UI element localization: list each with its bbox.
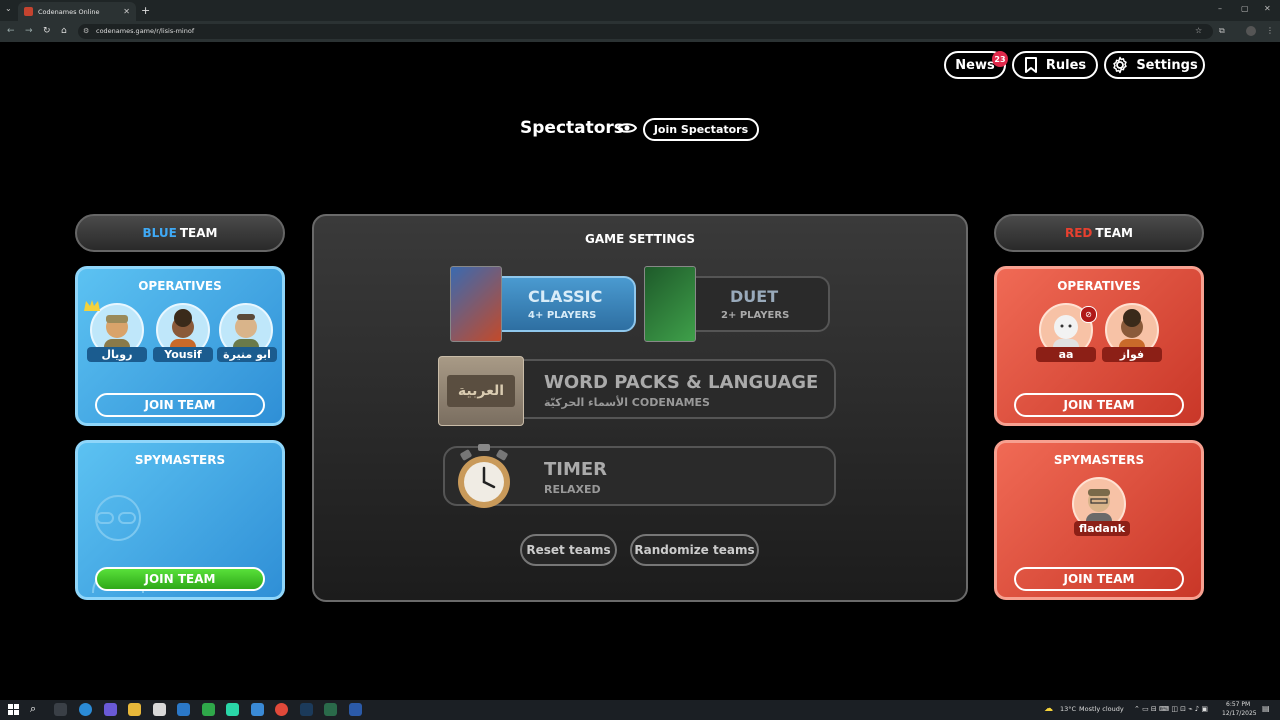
tab-menu-icon[interactable]: ⌄	[5, 4, 12, 13]
app-icon[interactable]	[226, 703, 239, 716]
address-bar[interactable]	[78, 24, 1213, 39]
tab-close-icon[interactable]: ✕	[123, 7, 130, 16]
eye-icon	[617, 123, 637, 133]
app-icon[interactable]	[177, 703, 190, 716]
settings-button[interactable]: Settings	[1104, 51, 1205, 79]
rules-button[interactable]: Rules	[1012, 51, 1098, 79]
player-name: fladank	[1074, 521, 1130, 536]
player-name: رويال	[87, 347, 147, 362]
reload-icon[interactable]: ↻	[43, 26, 51, 36]
file-explorer-icon[interactable]	[128, 703, 141, 716]
gear-icon	[1113, 56, 1128, 74]
tab-title: Codenames Online	[38, 7, 100, 16]
news-label: News	[955, 57, 995, 73]
notifications-icon[interactable]: ▤	[1262, 704, 1270, 713]
red-operatives-panel: OPERATIVES ⊘ aa فواز JOIN TEAM	[994, 266, 1204, 426]
profile-avatar[interactable]	[1246, 26, 1256, 36]
player-name: aa	[1036, 347, 1096, 362]
url-text: codenames.game/r/lisis-minof	[96, 27, 195, 35]
timer-subtitle: RELAXED	[544, 483, 601, 496]
no-signal-icon: ⊘	[1080, 306, 1097, 323]
forward-icon[interactable]: →	[25, 26, 33, 36]
start-icon[interactable]	[8, 704, 19, 715]
spectators-title: Spectators	[520, 118, 624, 138]
red-team-word: TEAM	[1095, 226, 1134, 240]
word-packs-subtitle: الأسماء الحركيّة CODENAMES	[544, 396, 710, 409]
blue-spymasters-join-button[interactable]: JOIN TEAM	[95, 567, 265, 591]
close-window-button[interactable]: ✕	[1264, 4, 1271, 13]
player-name: ابو منيرة	[217, 347, 277, 362]
settings-label: Settings	[1136, 57, 1198, 73]
duet-box-image	[644, 266, 696, 342]
weather-icon: ☁	[1044, 704, 1053, 714]
codenames-favicon-icon	[24, 7, 33, 16]
app-icon[interactable]	[349, 703, 362, 716]
task-view-icon[interactable]	[54, 703, 67, 716]
blue-operatives-join-button[interactable]: JOIN TEAM	[95, 393, 265, 417]
stopwatch-icon	[458, 444, 510, 508]
player-name: فواز	[1102, 347, 1162, 362]
rules-label: Rules	[1045, 57, 1087, 73]
mode-players: 4+ PLAYERS	[528, 310, 597, 321]
red-team-header: RED TEAM	[994, 214, 1204, 252]
tray-icons[interactable]: ⌃ ▭ ⊟ ⌨ ◫ ⊡ ⌁ ♪ ▣	[1134, 705, 1208, 713]
red-spymasters-panel: SPYMASTERS fladank JOIN TEAM	[994, 440, 1204, 600]
app-icon[interactable]	[324, 703, 337, 716]
join-spectators-label: Join Spectators	[653, 123, 749, 136]
red-operatives-join-button[interactable]: JOIN TEAM	[1014, 393, 1184, 417]
browser-tabstrip	[0, 0, 1280, 21]
app-icon[interactable]	[251, 703, 264, 716]
home-icon[interactable]: ⌂	[61, 26, 67, 36]
language-box-image: العربية	[438, 356, 524, 426]
blue-team-header: BLUE TEAM	[75, 214, 285, 252]
word-packs-title: WORD PACKS & LANGUAGE	[544, 372, 819, 393]
app-icon[interactable]	[202, 703, 215, 716]
chrome-icon[interactable]	[275, 703, 288, 716]
timer-title: TIMER	[544, 459, 608, 480]
language-tag: العربية	[447, 375, 515, 407]
clock-time: 6:57 PM	[1226, 701, 1251, 708]
blue-team-color-word: BLUE	[142, 226, 177, 240]
site-info-icon[interactable]: ⚙	[83, 27, 89, 35]
bookmark-star-icon[interactable]: ☆	[1195, 26, 1202, 35]
browser-tab[interactable]: Codenames Online ✕	[18, 2, 136, 21]
weather-desc: Mostly cloudy	[1079, 705, 1124, 713]
browser-menu-icon[interactable]: ⋮	[1266, 26, 1274, 35]
red-spymasters-title: SPYMASTERS	[1053, 453, 1145, 467]
steam-icon[interactable]	[300, 703, 313, 716]
search-icon[interactable]: ⌕	[30, 702, 36, 716]
bookmark-icon	[1024, 57, 1037, 73]
classic-box-image	[450, 266, 502, 342]
randomize-teams-button[interactable]: Randomize teams	[630, 534, 759, 566]
mode-players: 2+ PLAYERS	[721, 310, 790, 321]
blue-team-word: TEAM	[179, 226, 218, 240]
red-team-color-word: RED	[1064, 226, 1093, 240]
minimize-button[interactable]: –	[1218, 4, 1222, 13]
blue-operatives-title: OPERATIVES	[138, 279, 222, 293]
game-settings-title: GAME SETTINGS	[585, 232, 695, 246]
maximize-button[interactable]: ▢	[1241, 4, 1249, 13]
red-spymasters-join-button[interactable]: JOIN TEAM	[1014, 567, 1184, 591]
blue-operatives-panel: OPERATIVES رويال Yousif ابو منيرة JOIN T…	[75, 266, 285, 426]
clock-date: 12/17/2025	[1222, 710, 1257, 717]
mode-name: CLASSIC	[528, 287, 603, 306]
back-icon[interactable]: ←	[7, 26, 15, 36]
weather-temp: 13°C	[1060, 705, 1077, 713]
reset-teams-button[interactable]: Reset teams	[520, 534, 617, 566]
player-name: Yousif	[153, 347, 213, 362]
extensions-icon[interactable]: ⧉	[1219, 26, 1225, 36]
edge-icon[interactable]	[79, 703, 92, 716]
store-icon[interactable]	[153, 703, 166, 716]
app-icon[interactable]	[104, 703, 117, 716]
join-spectators-button[interactable]: Join Spectators	[643, 118, 759, 141]
blue-spymasters-title: SPYMASTERS	[134, 453, 226, 467]
mode-name: DUET	[730, 287, 779, 306]
blue-spymasters-panel: SPYMASTERS JOIN TEAM	[75, 440, 285, 600]
new-tab-button[interactable]: +	[141, 4, 150, 17]
news-count-badge: 23	[992, 51, 1008, 67]
red-operatives-title: OPERATIVES	[1057, 279, 1141, 293]
crown-icon	[84, 300, 100, 311]
